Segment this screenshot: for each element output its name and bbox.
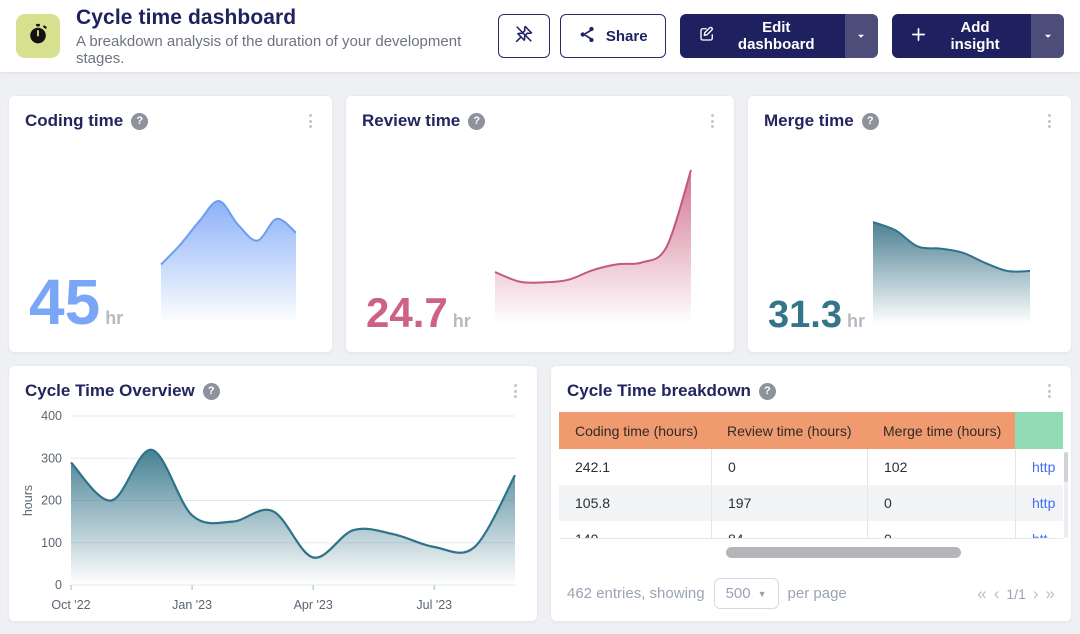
edit-dashboard-dropdown-caret[interactable] — [845, 14, 878, 58]
pagination: « ‹ 1/1 › » — [977, 585, 1055, 602]
breakdown-table: Coding time (hours)Review time (hours)Me… — [559, 412, 1063, 539]
help-icon[interactable]: ? — [131, 113, 148, 130]
first-page-button[interactable]: « — [977, 585, 986, 602]
svg-text:300: 300 — [41, 451, 62, 465]
next-page-button[interactable]: › — [1033, 585, 1039, 602]
edit-dashboard-split-button: Edit dashboard — [680, 14, 878, 58]
column-header: Merge time (hours) — [867, 412, 1015, 449]
add-insight-dropdown-caret[interactable] — [1031, 14, 1064, 58]
edit-dashboard-button[interactable]: Edit dashboard — [680, 14, 845, 58]
table-cell: 140 — [559, 521, 711, 539]
coding-time-sparkline[interactable] — [160, 192, 297, 324]
merge-time-title: Merge time — [764, 111, 854, 131]
plus-icon — [910, 26, 927, 47]
breakdown-table-body: 242.10102http105.81970http140840htt — [559, 449, 1063, 539]
pin-slash-icon — [513, 23, 535, 49]
add-insight-label: Add insight — [937, 19, 1013, 53]
table-cell: 84 — [711, 521, 867, 539]
column-header: Coding time (hours) — [559, 412, 711, 449]
kebab-menu-icon[interactable] — [1044, 380, 1055, 402]
vertical-scrollbar[interactable] — [1064, 452, 1068, 538]
table-cell: 197 — [711, 485, 867, 521]
per-page-label: per page — [788, 585, 847, 602]
overview-title: Cycle Time Overview — [25, 381, 195, 401]
merge-time-sparkline[interactable] — [872, 211, 1031, 324]
column-header — [1015, 412, 1063, 449]
share-label: Share — [606, 28, 648, 45]
kebab-menu-icon[interactable] — [1044, 110, 1055, 132]
share-button[interactable]: Share — [560, 14, 666, 58]
table-cell: 0 — [867, 485, 1015, 521]
kebab-menu-icon[interactable] — [510, 380, 521, 402]
column-header: Review time (hours) — [711, 412, 867, 449]
svg-text:Jul '23: Jul '23 — [416, 598, 452, 612]
table-row: 140840htt — [559, 521, 1063, 539]
chevron-down-icon: ▼ — [758, 589, 767, 599]
help-icon[interactable]: ? — [203, 383, 220, 400]
coding-time-title: Coding time — [25, 111, 123, 131]
svg-text:Oct '22: Oct '22 — [51, 598, 90, 612]
share-icon — [578, 25, 597, 48]
help-icon[interactable]: ? — [468, 113, 485, 130]
cycle-time-overview-card: Cycle Time Overview ? 0 100 200 300 400 hours… — [8, 365, 538, 622]
svg-text:100: 100 — [41, 536, 62, 550]
table-cell: 0 — [711, 449, 867, 485]
dashboard-content: Coding time ? 45hr Review time ? 24.7hr — [0, 72, 1080, 634]
svg-text:Jan '23: Jan '23 — [172, 598, 212, 612]
table-cell-link[interactable]: http — [1015, 449, 1063, 485]
merge-time-value: 31.3hr — [768, 296, 865, 334]
table-cell-link[interactable]: http — [1015, 485, 1063, 521]
add-insight-split-button: Add insight — [892, 14, 1064, 58]
kebab-menu-icon[interactable] — [305, 110, 316, 132]
stopwatch-icon — [25, 21, 51, 52]
table-footer: 462 entries, showing 500 ▼ per page « ‹ … — [551, 578, 1071, 609]
svg-text:200: 200 — [41, 494, 62, 508]
svg-text:0: 0 — [55, 578, 62, 592]
kebab-menu-icon[interactable] — [707, 110, 718, 132]
help-icon[interactable]: ? — [759, 383, 776, 400]
svg-text:400: 400 — [41, 409, 62, 423]
breakdown-table-header: Coding time (hours)Review time (hours)Me… — [559, 412, 1063, 449]
table-cell-link[interactable]: htt — [1015, 521, 1063, 539]
prev-page-button[interactable]: ‹ — [994, 585, 1000, 602]
header-actions: Share Edit dashboard Add — [498, 14, 1064, 58]
review-time-sparkline[interactable] — [494, 167, 692, 324]
table-row: 242.10102http — [559, 449, 1063, 485]
table-cell: 242.1 — [559, 449, 711, 485]
unpin-button[interactable] — [498, 14, 550, 58]
top-bar: Cycle time dashboard A breakdown analysi… — [0, 0, 1080, 72]
horizontal-scrollbar-track — [551, 539, 1071, 565]
last-page-button[interactable]: » — [1046, 585, 1055, 602]
edit-dashboard-label: Edit dashboard — [726, 19, 827, 53]
page-subtitle: A breakdown analysis of the duration of … — [76, 33, 498, 67]
horizontal-scrollbar-thumb[interactable] — [726, 547, 961, 558]
coding-time-card: Coding time ? 45hr — [8, 95, 333, 353]
merge-time-card: Merge time ? 31.3hr — [747, 95, 1072, 353]
table-cell: 0 — [867, 521, 1015, 539]
cycle-time-overview-chart[interactable]: 0 100 200 300 400 hours Oct '22 Jan '23 Apr '23 J… — [19, 406, 525, 615]
svg-text:Apr '23: Apr '23 — [294, 598, 333, 612]
review-time-title: Review time — [362, 111, 460, 131]
edit-icon — [698, 25, 716, 47]
dashboard-icon-tile — [16, 14, 60, 58]
entries-count: 462 entries, showing — [567, 585, 705, 602]
coding-time-value: 45hr — [29, 270, 123, 334]
help-icon[interactable]: ? — [862, 113, 879, 130]
review-time-value: 24.7hr — [366, 292, 471, 334]
svg-text:hours: hours — [21, 485, 35, 516]
cycle-time-breakdown-card: Cycle Time breakdown ? Coding time (hour… — [550, 365, 1072, 622]
page-size-select[interactable]: 500 ▼ — [714, 578, 779, 609]
table-cell: 105.8 — [559, 485, 711, 521]
add-insight-button[interactable]: Add insight — [892, 14, 1031, 58]
page-title: Cycle time dashboard — [76, 6, 498, 30]
page-indicator: 1/1 — [1006, 586, 1025, 602]
review-time-card: Review time ? 24.7hr — [345, 95, 735, 353]
table-row: 105.81970http — [559, 485, 1063, 521]
table-cell: 102 — [867, 449, 1015, 485]
breakdown-title: Cycle Time breakdown — [567, 381, 751, 401]
